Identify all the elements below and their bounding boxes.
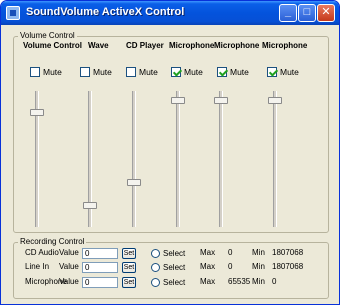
slider-thumb-microphone-2[interactable] bbox=[214, 97, 228, 104]
set-button-cd-audio[interactable]: Set bbox=[122, 248, 136, 259]
min-label: Min bbox=[252, 248, 265, 257]
select-label: Select bbox=[163, 249, 186, 258]
mute-checkbox-wave[interactable]: Mute bbox=[80, 67, 112, 77]
volume-group-label: Volume Control bbox=[18, 31, 77, 40]
mute-checkbox-microphone-3[interactable]: Mute bbox=[267, 67, 299, 77]
max-value-microphone: 65535 bbox=[228, 277, 251, 286]
mute-checkbox-microphone-2[interactable]: Mute bbox=[217, 67, 249, 77]
minimize-button[interactable]: _ bbox=[279, 4, 297, 22]
mute-label: Mute bbox=[139, 67, 158, 77]
mute-checkbox-volume-control[interactable]: Mute bbox=[30, 67, 62, 77]
slider-thumb-microphone-3[interactable] bbox=[268, 97, 282, 104]
min-value-line-in: 1807068 bbox=[272, 262, 304, 271]
close-button[interactable]: ✕ bbox=[317, 4, 335, 22]
max-label: Max bbox=[200, 277, 216, 286]
recording-group-label: Recording Control bbox=[18, 237, 87, 246]
select-radio-cd-audio[interactable]: Select bbox=[151, 249, 185, 258]
set-button-line-in[interactable]: Set bbox=[122, 262, 136, 273]
mute-label: Mute bbox=[230, 67, 249, 77]
mute-label: Mute bbox=[280, 67, 299, 77]
recording-row-name: CD Audio bbox=[25, 248, 59, 257]
channel-label-microphone-2: Microphone bbox=[214, 41, 260, 50]
max-label: Max bbox=[200, 262, 216, 271]
checkbox-box-checked[interactable] bbox=[171, 67, 181, 77]
slider-thumb-cd-player[interactable] bbox=[127, 178, 141, 186]
checkbox-box[interactable] bbox=[126, 67, 136, 77]
value-label: Value bbox=[59, 262, 79, 271]
slider-track-microphone-1[interactable] bbox=[176, 91, 180, 227]
mute-checkbox-cd-player[interactable]: Mute bbox=[126, 67, 158, 77]
channel-label-volume-control: Volume Control bbox=[23, 41, 82, 50]
max-label: Max bbox=[200, 248, 216, 257]
set-button-microphone[interactable]: Set bbox=[122, 277, 136, 288]
select-radio-line-in[interactable]: Select bbox=[151, 263, 185, 272]
select-label: Select bbox=[163, 263, 186, 272]
radio-circle[interactable] bbox=[151, 278, 160, 287]
mute-label: Mute bbox=[93, 67, 112, 77]
value-input-cd-audio[interactable]: 0 bbox=[82, 248, 118, 259]
max-value-line-in: 0 bbox=[228, 262, 233, 271]
slider-thumb-wave[interactable] bbox=[83, 202, 97, 210]
recording-row-name: Line In bbox=[25, 262, 50, 271]
min-label: Min bbox=[252, 262, 265, 271]
value-label: Value bbox=[59, 248, 79, 257]
value-label: Value bbox=[59, 277, 79, 286]
channel-label-wave: Wave bbox=[88, 41, 109, 50]
mute-label: Mute bbox=[43, 67, 62, 77]
main-window: SoundVolume ActiveX Control _ □ ✕ Volume… bbox=[0, 0, 340, 305]
min-value-cd-audio: 1807068 bbox=[272, 248, 304, 257]
radio-circle[interactable] bbox=[151, 263, 160, 272]
value-input-line-in[interactable]: 0 bbox=[82, 262, 118, 273]
checkbox-box-checked[interactable] bbox=[267, 67, 277, 77]
slider-thumb-microphone-1[interactable] bbox=[171, 97, 185, 104]
checkbox-box[interactable] bbox=[80, 67, 90, 77]
checkbox-box[interactable] bbox=[30, 67, 40, 77]
min-label: Min bbox=[252, 277, 265, 286]
slider-thumb-volume-control[interactable] bbox=[30, 108, 44, 116]
channel-label-microphone-1: Microphone bbox=[169, 41, 215, 50]
app-icon bbox=[6, 6, 20, 20]
select-label: Select bbox=[163, 278, 186, 287]
value-input-microphone[interactable]: 0 bbox=[82, 277, 118, 288]
radio-circle[interactable] bbox=[151, 249, 160, 258]
max-value-cd-audio: 0 bbox=[228, 248, 233, 257]
volume-control-group: Volume Control bbox=[13, 31, 329, 233]
mute-label: Mute bbox=[184, 67, 203, 77]
title-bar[interactable]: SoundVolume ActiveX Control _ □ ✕ bbox=[1, 1, 339, 25]
slider-track-microphone-2[interactable] bbox=[219, 91, 223, 227]
slider-track-microphone-3[interactable] bbox=[273, 91, 277, 227]
mute-checkbox-microphone-1[interactable]: Mute bbox=[171, 67, 203, 77]
window-title: SoundVolume ActiveX Control bbox=[26, 6, 185, 18]
checkbox-box-checked[interactable] bbox=[217, 67, 227, 77]
min-value-microphone: 0 bbox=[272, 277, 277, 286]
slider-track-cd-player[interactable] bbox=[132, 91, 136, 227]
maximize-button[interactable]: □ bbox=[298, 4, 316, 22]
channel-label-microphone-3: Microphone bbox=[262, 41, 308, 50]
channel-label-cd-player: CD Player bbox=[126, 41, 164, 50]
select-radio-microphone[interactable]: Select bbox=[151, 278, 185, 287]
